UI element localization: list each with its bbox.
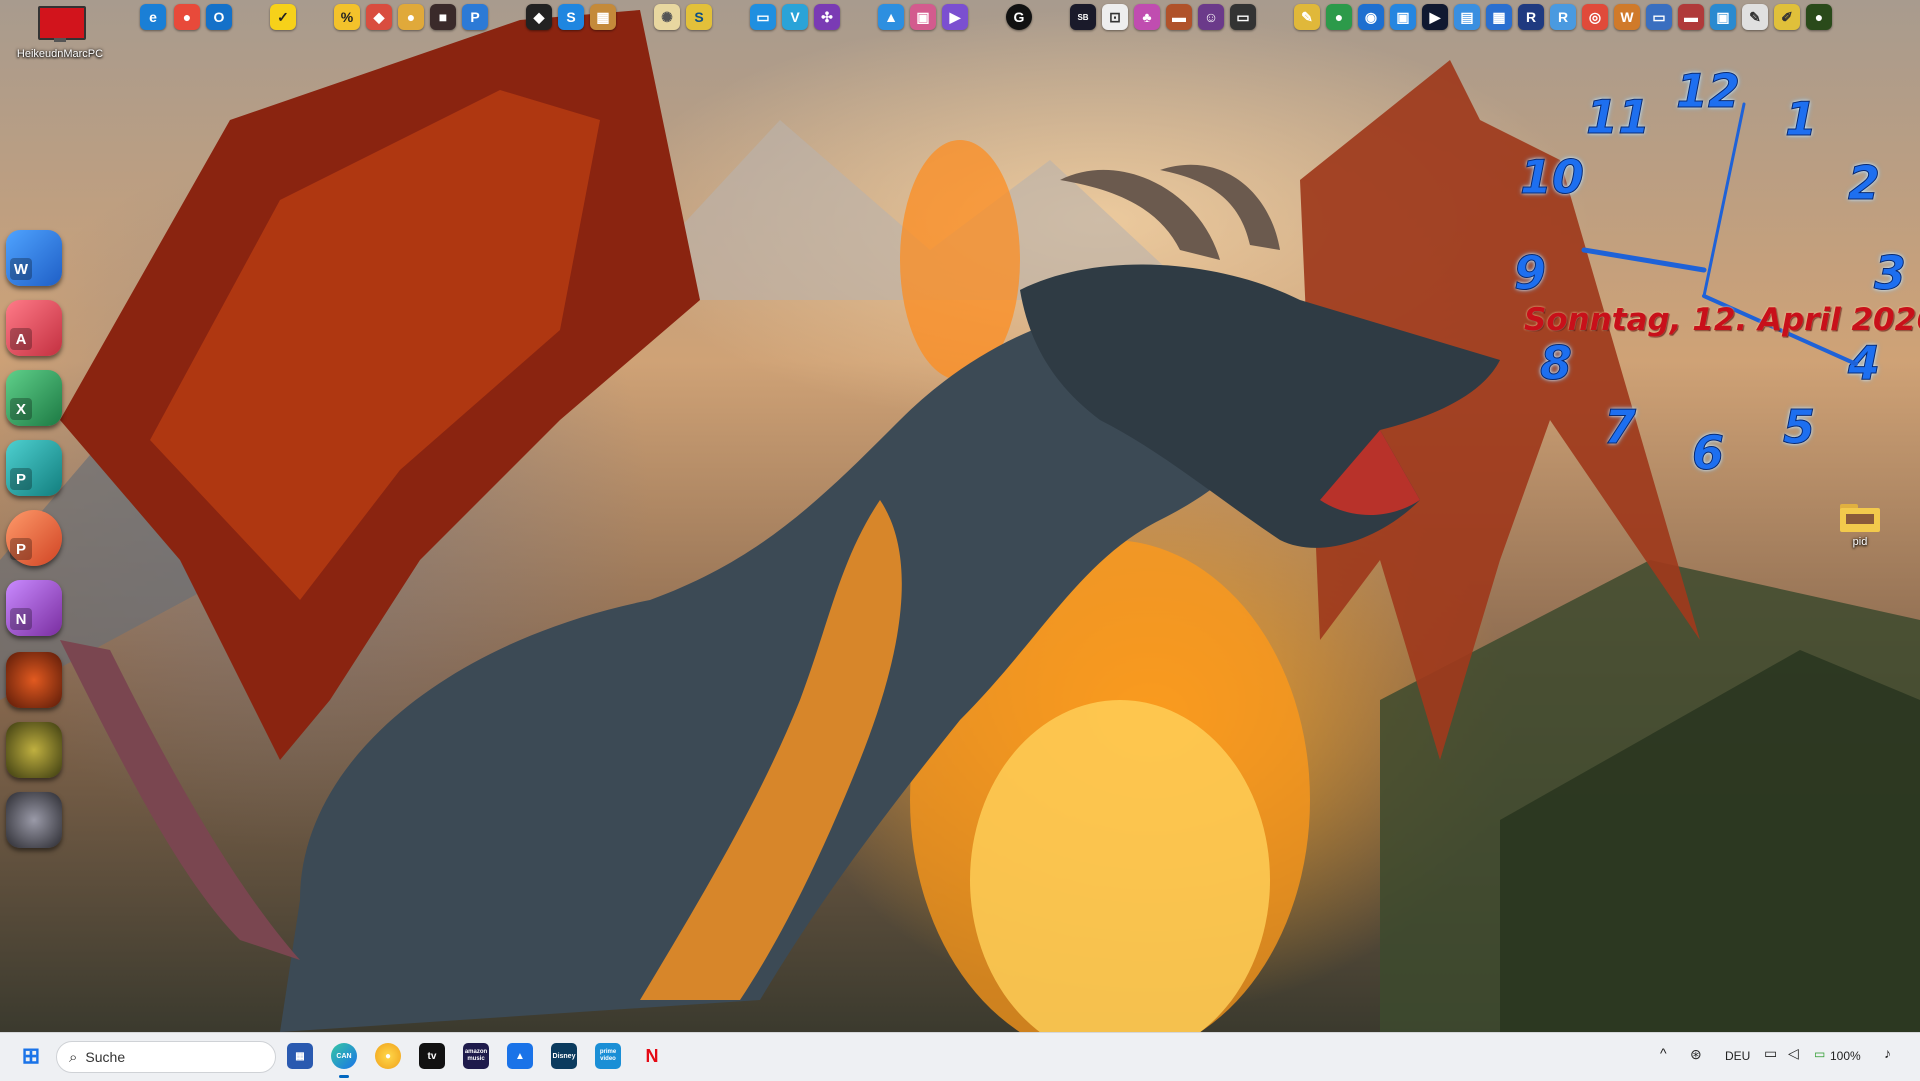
notification-bell-icon[interactable]: ♪ — [1884, 1045, 1891, 1061]
prime-video-icon[interactable]: prime video — [595, 1043, 621, 1069]
photos-app-icon[interactable]: ▲ — [507, 1043, 533, 1069]
disney-plus-icon[interactable]: Disney — [551, 1043, 577, 1069]
active-app-indicator — [339, 1075, 349, 1078]
search-input[interactable]: ⌕ Suche — [56, 1041, 276, 1073]
taskbar: ⊞ ⌕ Suche ▦ CAN ● tv amazon music ▲ Disn… — [0, 1032, 1920, 1081]
clock-date: Sonntag, 12. April 2026 — [1524, 302, 1920, 338]
apple-tv-icon[interactable]: tv — [419, 1043, 445, 1069]
chevron-up-icon[interactable]: ^ — [1660, 1045, 1667, 1061]
clock-hands — [1581, 102, 1858, 366]
edge-can-icon[interactable]: CAN — [331, 1043, 357, 1069]
start-icon[interactable]: ⊞ — [18, 1043, 44, 1069]
network-icon[interactable]: ⊛ — [1690, 1046, 1702, 1063]
netflix-icon[interactable]: N — [639, 1043, 665, 1069]
search-icon: ⌕ — [69, 1048, 78, 1066]
amazon-music-icon[interactable]: amazon music — [463, 1043, 489, 1069]
chrome-icon[interactable]: ● — [375, 1043, 401, 1069]
battery-icon[interactable]: ▭ — [1814, 1047, 1825, 1061]
search-placeholder: Suche — [85, 1049, 126, 1065]
volume-icon[interactable]: ◁ — [1788, 1045, 1799, 1062]
battery-percent: 100% — [1830, 1049, 1861, 1063]
display-icon[interactable]: ▭ — [1764, 1045, 1777, 1062]
language-indicator[interactable]: DEU — [1725, 1049, 1750, 1063]
task-view-icon[interactable]: ▦ — [287, 1043, 313, 1069]
clock-second-hand — [1581, 247, 1707, 273]
clock-minute-hand — [1702, 102, 1746, 298]
